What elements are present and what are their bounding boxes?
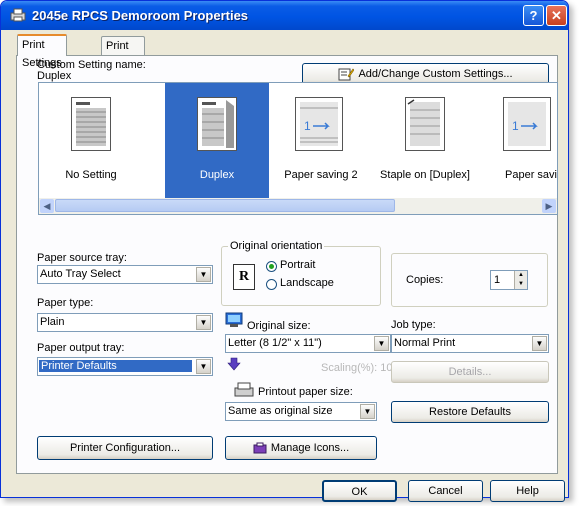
portrait-label: Portrait (280, 259, 316, 271)
printer-icon (10, 8, 26, 22)
paper-output-value: Printer Defaults (39, 360, 192, 372)
job-type-value: Normal Print (394, 337, 456, 349)
portrait-radio[interactable] (266, 261, 277, 272)
chevron-down-icon: ▼ (532, 336, 547, 351)
icon-caption: Duplex (199, 169, 235, 181)
copies-value: 1 (494, 274, 501, 286)
job-type-select[interactable]: Normal Print ▼ (391, 334, 549, 353)
paper-type-label: Paper type: (37, 297, 94, 309)
add-change-label: Add/Change Custom Settings... (358, 68, 513, 80)
icon-item-paper-saving-2[interactable]: 1 Paper saving 2 (269, 83, 373, 199)
staple-document-icon (405, 97, 445, 151)
icon-caption: No Setting (65, 169, 117, 181)
manage-icons-icon (253, 442, 267, 454)
scroll-right-arrow-icon[interactable]: ▶ (542, 199, 556, 213)
icon-caption: Staple on [Duplex] (380, 169, 470, 181)
icon-caption: Paper saving 2 (284, 169, 358, 181)
scaling-text: Scaling(%): 100 (321, 362, 399, 374)
icon-item-duplex[interactable]: Duplex (165, 83, 269, 199)
manage-icons-button[interactable]: Manage Icons... (225, 436, 377, 460)
window-title: 2045e RPCS Demoroom Properties (32, 8, 249, 23)
print-settings-panel: Custom Setting name: Duplex Add/Change C… (16, 55, 558, 474)
icon-list-scrollbar[interactable]: ◀ ▶ (39, 198, 557, 214)
two-up-duplex-icon: 1 (295, 97, 343, 151)
landscape-label: Landscape (280, 277, 334, 289)
chevron-down-icon: ▼ (360, 404, 375, 419)
icon-caption: Paper savi (505, 169, 557, 181)
printout-size-label: Printout paper size: (258, 386, 353, 398)
scroll-left-arrow-icon[interactable]: ◀ (40, 199, 54, 213)
original-size-label: Original size: (247, 320, 311, 332)
paper-output-select[interactable]: Printer Defaults ▼ (37, 357, 213, 376)
paper-output-label: Paper output tray: (37, 342, 125, 354)
chevron-down-icon: ▼ (196, 267, 211, 282)
job-type-label: Job type: (391, 319, 436, 331)
icon-item-paper-saving[interactable]: 1 Paper savi (477, 83, 557, 199)
copies-label: Copies: (406, 274, 444, 286)
svg-text:1: 1 (304, 119, 311, 133)
paper-source-select[interactable]: Auto Tray Select ▼ (37, 265, 213, 284)
printer-configuration-button[interactable]: Printer Configuration... (37, 436, 213, 460)
printout-size-select[interactable]: Same as original size ▼ (225, 402, 377, 421)
scroll-thumb[interactable] (55, 199, 395, 212)
chevron-down-icon: ▼ (196, 315, 211, 330)
duplex-document-icon (197, 97, 237, 151)
paper-source-value: Auto Tray Select (40, 268, 121, 280)
landscape-radio[interactable] (266, 279, 277, 290)
paper-source-label: Paper source tray: (37, 252, 127, 264)
details-button[interactable]: Details... (391, 361, 549, 383)
close-button[interactable]: ✕ (546, 5, 567, 26)
printout-paper-icon (234, 382, 254, 397)
restore-defaults-button[interactable]: Restore Defaults (391, 401, 549, 423)
chevron-down-icon: ▼ (374, 336, 389, 351)
orientation-preview-icon: R (233, 264, 255, 290)
original-size-icon (225, 312, 243, 327)
single-sided-document-icon (71, 97, 111, 151)
icon-item-staple-duplex[interactable]: Staple on [Duplex] (373, 83, 477, 199)
printout-size-value: Same as original size (228, 405, 333, 417)
orientation-group: Original orientation R Portrait Landscap… (221, 240, 381, 306)
copies-group: Copies: 1 ▲ ▼ (391, 253, 548, 307)
original-size-select[interactable]: Letter (8 1/2" x 11") ▼ (225, 334, 391, 353)
help-button[interactable]: Help (490, 480, 565, 502)
two-up-document-icon: 1 (503, 97, 551, 151)
orientation-label: Original orientation (228, 240, 325, 252)
paper-type-value: Plain (40, 316, 65, 328)
icon-item-no-setting[interactable]: No Setting (39, 83, 143, 199)
original-size-value: Letter (8 1/2" x 11") (228, 337, 322, 349)
chevron-down-icon: ▼ (196, 359, 211, 374)
scale-down-arrow-icon (227, 357, 241, 371)
tab-print-quality[interactable]: Print Quality (101, 36, 146, 70)
spin-arrows-icon[interactable]: ▲ ▼ (514, 271, 527, 289)
title-bar[interactable]: 2045e RPCS Demoroom Properties ? ✕ (1, 1, 568, 30)
ok-button[interactable]: OK (322, 480, 397, 502)
edit-settings-icon (338, 68, 355, 81)
paper-type-select[interactable]: Plain ▼ (37, 313, 213, 332)
help-title-button[interactable]: ? (523, 5, 544, 26)
manage-icons-label: Manage Icons... (270, 442, 350, 454)
cancel-button[interactable]: Cancel (408, 480, 483, 502)
svg-text:1: 1 (512, 119, 519, 133)
tab-print-settings[interactable]: Print Settings (17, 34, 67, 69)
custom-settings-icon-list[interactable]: No Setting Duplex 1 Paper saving 2 Stapl… (38, 82, 558, 215)
properties-dialog: 2045e RPCS Demoroom Properties ? ✕ Print… (0, 0, 569, 502)
copies-stepper[interactable]: 1 ▲ ▼ (490, 270, 528, 290)
